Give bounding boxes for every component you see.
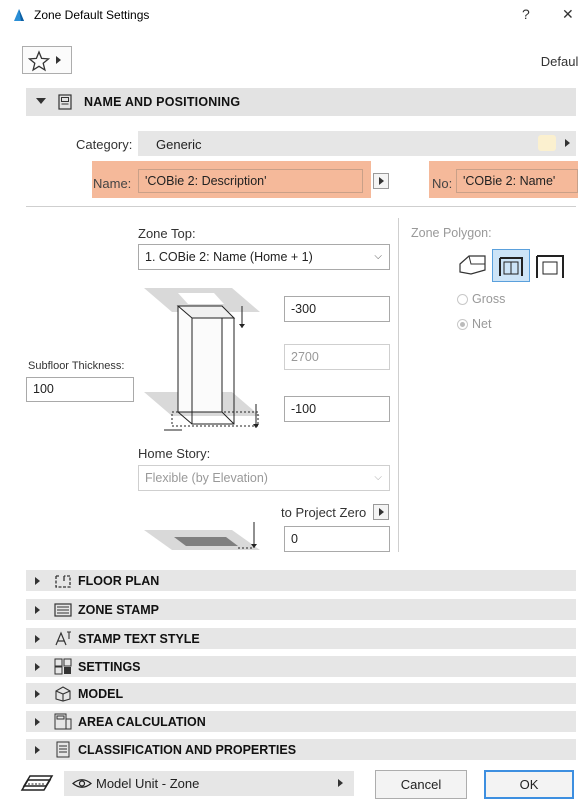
- section-model[interactable]: MODEL: [26, 683, 576, 704]
- collapse-caret-icon: [36, 98, 46, 104]
- arrow-right-icon: [379, 508, 384, 516]
- section-zone-stamp[interactable]: ZONE STAMP: [26, 599, 576, 620]
- section-floor-plan[interactable]: FLOOR PLAN: [26, 570, 576, 591]
- window-title: Zone Default Settings: [34, 8, 150, 22]
- section-title: ZONE STAMP: [78, 603, 160, 617]
- name-input[interactable]: 'COBie 2: Description': [138, 169, 363, 193]
- no-label: No:: [432, 176, 453, 191]
- favorites-caret-icon: [56, 56, 61, 64]
- category-label: Category:: [76, 137, 133, 152]
- name-label: Name:: [93, 176, 132, 191]
- chevron-down-icon: ⌵: [374, 472, 382, 483]
- no-input[interactable]: 'COBie 2: Name': [456, 169, 578, 193]
- zone-top-select[interactable]: 1. COBie 2: Name (Home + 1) ⌵: [138, 244, 390, 270]
- chevron-down-icon: ⌵: [374, 251, 382, 262]
- elevation-diagram: [144, 522, 260, 550]
- expand-caret-icon: [35, 577, 40, 585]
- expand-caret-icon: [35, 606, 40, 614]
- expand-caret-icon: [35, 718, 40, 726]
- zone-top-value: 1. COBie 2: Name (Home + 1): [145, 250, 313, 264]
- zone-stamp-icon: [54, 603, 72, 617]
- chevron-right-icon: [338, 779, 343, 787]
- bottom-offset-input[interactable]: -100: [284, 396, 390, 422]
- section-title: SETTINGS: [78, 660, 141, 674]
- archicad-app-icon: [14, 9, 24, 21]
- subfloor-label: Subfloor Thickness:: [28, 360, 125, 372]
- expand-caret-icon: [35, 635, 40, 643]
- expand-caret-icon: [35, 746, 40, 754]
- area-calculation-icon: [54, 713, 72, 730]
- section-classification[interactable]: CLASSIFICATION AND PROPERTIES: [26, 739, 576, 760]
- gross-polygon-icon[interactable]: [535, 252, 565, 280]
- gross-label: Gross: [472, 292, 506, 306]
- category-caret-icon: [565, 139, 570, 147]
- floor-plan-icon: [55, 575, 71, 588]
- name-expression-button[interactable]: [373, 173, 389, 189]
- section-title: FLOOR PLAN: [78, 574, 160, 588]
- section-title: MODEL: [78, 687, 124, 701]
- ok-button[interactable]: OK: [484, 770, 574, 799]
- gross-radio[interactable]: [457, 294, 468, 305]
- name-tag-icon: [58, 94, 72, 110]
- home-story-select: Flexible (by Elevation) ⌵: [138, 465, 390, 491]
- category-select[interactable]: Generic: [138, 131, 576, 156]
- default-label: Default: [540, 54, 578, 69]
- divider: [26, 206, 576, 207]
- name-positioning-header[interactable]: NAME AND POSITIONING: [26, 88, 576, 116]
- net-polygon-button[interactable]: [492, 249, 530, 282]
- title-bar: Zone Default Settings ? ✕: [0, 0, 578, 30]
- net-label: Net: [472, 317, 492, 331]
- layer-icon: [20, 775, 54, 791]
- subfloor-input[interactable]: 100: [26, 377, 134, 402]
- section-title: STAMP TEXT STYLE: [78, 632, 200, 646]
- section-title: CLASSIFICATION AND PROPERTIES: [78, 743, 297, 757]
- zone-height-input: 2700: [284, 344, 390, 370]
- expand-caret-icon: [35, 690, 40, 698]
- category-color-swatch: [538, 135, 556, 151]
- eye-icon: [72, 779, 92, 788]
- star-icon: [28, 50, 50, 72]
- zone-height-diagram: [144, 288, 260, 431]
- expand-caret-icon: [35, 663, 40, 671]
- model-view-value: Model Unit - Zone: [96, 776, 200, 791]
- section-settings[interactable]: SETTINGS: [26, 656, 576, 677]
- text-style-icon: [55, 631, 71, 646]
- project-zero-input[interactable]: 0: [284, 526, 390, 552]
- section-stamp-text-style[interactable]: STAMP TEXT STYLE: [26, 628, 576, 649]
- settings-grid-icon: [54, 658, 72, 675]
- reference-level-button[interactable]: [373, 504, 389, 520]
- home-story-value: Flexible (by Elevation): [145, 471, 268, 485]
- net-radio[interactable]: [457, 319, 468, 330]
- manual-polygon-icon[interactable]: [457, 250, 489, 280]
- section-title: AREA CALCULATION: [78, 715, 206, 729]
- section-title: NAME AND POSITIONING: [84, 95, 241, 109]
- model-cube-icon: [55, 686, 71, 702]
- arrow-right-icon: [379, 177, 384, 185]
- panel-divider: [398, 218, 399, 552]
- section-area-calculation[interactable]: AREA CALCULATION: [26, 711, 576, 732]
- help-button[interactable]: ?: [522, 6, 530, 22]
- top-offset-input[interactable]: -300: [284, 296, 390, 322]
- zone-polygon-label: Zone Polygon:: [411, 226, 492, 240]
- room-extents-icon: [499, 257, 523, 276]
- home-story-label: Home Story:: [138, 446, 211, 461]
- zone-top-label: Zone Top:: [138, 226, 196, 241]
- model-view-select[interactable]: Model Unit - Zone: [64, 771, 354, 796]
- favorites-button[interactable]: [22, 46, 72, 74]
- cancel-button[interactable]: Cancel: [375, 770, 467, 799]
- classification-icon: [56, 741, 70, 758]
- project-zero-label: to Project Zero: [281, 505, 367, 520]
- category-value: Generic: [156, 137, 202, 152]
- close-button[interactable]: ✕: [562, 6, 574, 23]
